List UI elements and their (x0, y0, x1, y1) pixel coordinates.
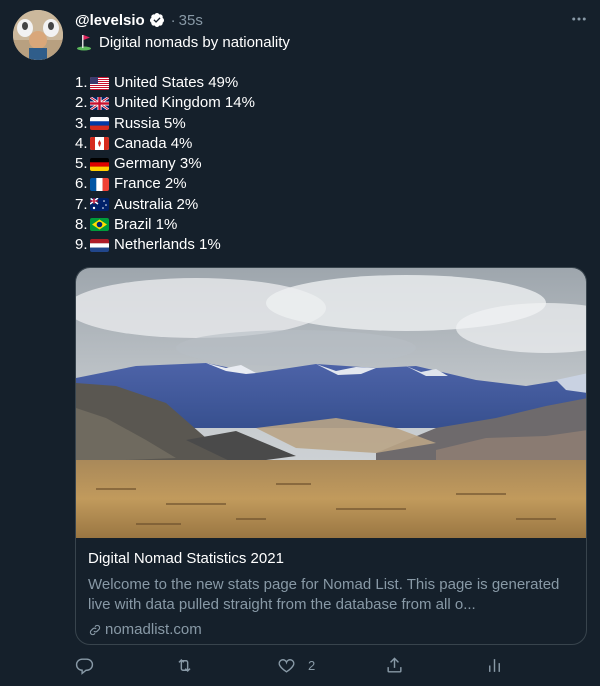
list-number: 4. (75, 134, 88, 152)
list-item-text: United Kingdom 14% (114, 94, 255, 112)
author-handle[interactable]: @levelsio (75, 12, 145, 29)
list-item: 5. Germany 3% (75, 154, 255, 174)
reply-icon (75, 658, 94, 675)
list-item: 8. Brazil 1% (75, 215, 255, 235)
share-button[interactable] (385, 656, 404, 675)
list-item-text: Brazil 1% (114, 215, 178, 233)
avatar-image (13, 10, 63, 60)
landscape-preview-image (76, 268, 586, 538)
nl-flag-icon (90, 238, 109, 252)
us-flag-icon (90, 76, 109, 90)
tweet-subtitle: Digital nomads by nationality (75, 33, 290, 51)
tweet-timestamp[interactable]: 35s (179, 12, 203, 29)
list-number: 5. (75, 155, 88, 172)
nationality-list: 1. United States 49% 2. United Kingdom 1… (75, 73, 255, 255)
list-item: 9. Netherlands 1% (75, 235, 255, 255)
link-icon (89, 624, 101, 635)
list-number: 8. (75, 215, 88, 233)
list-item-text: United States 49% (114, 74, 239, 91)
share-icon (387, 657, 402, 673)
fr-flag-icon (90, 177, 109, 191)
more-options-icon[interactable] (570, 10, 588, 28)
separator-dot: · (170, 11, 176, 29)
list-number: 6. (75, 175, 88, 193)
analytics-icon (489, 659, 500, 672)
avatar[interactable] (13, 10, 63, 60)
list-number: 3. (75, 114, 88, 132)
list-item: 6. France 2% (75, 174, 255, 194)
card-domain: nomadlist.com (88, 621, 574, 638)
like-button[interactable]: 2 (277, 656, 315, 675)
list-number: 2. (75, 94, 88, 112)
list-number: 1. (75, 74, 88, 91)
list-item: 2. United Kingdom 14% (75, 93, 255, 113)
list-item: 4. Canada 4% (75, 134, 255, 154)
reply-button[interactable] (75, 656, 94, 675)
link-preview-card[interactable]: Digital Nomad Statistics 2021 Welcome to… (75, 267, 587, 645)
retweet-icon (178, 658, 191, 673)
list-number: 7. (75, 195, 88, 213)
analytics-button[interactable] (485, 656, 504, 675)
uk-flag-icon (90, 96, 109, 110)
list-number: 9. (75, 236, 88, 253)
list-item-text: Germany 3% (114, 155, 202, 172)
card-domain-text: nomadlist.com (105, 621, 202, 638)
au-flag-icon (90, 198, 109, 212)
retweet-button[interactable] (175, 656, 194, 675)
list-item: 7. Australia 2% (75, 195, 255, 215)
list-item-text: Netherlands 1% (114, 236, 221, 253)
list-item: 1. United States 49% (75, 73, 255, 93)
golf-flag-icon (77, 35, 91, 51)
ca-flag-icon (90, 137, 109, 151)
subtitle-text: Digital nomads by nationality (99, 33, 290, 51)
list-item-text: Canada 4% (114, 134, 193, 152)
card-title: Digital Nomad Statistics 2021 (88, 550, 284, 567)
tweet-actions: 2 (75, 656, 505, 680)
list-item-text: France 2% (114, 175, 187, 193)
list-item-text: Russia 5% (114, 114, 186, 132)
ru-flag-icon (90, 117, 109, 131)
heart-icon (278, 659, 295, 673)
tweet-header: @levelsio · 35s (75, 10, 203, 30)
br-flag-icon (90, 218, 109, 232)
like-count: 2 (308, 658, 316, 673)
verified-badge-icon (149, 13, 164, 27)
card-description: Welcome to the new stats page for Nomad … (88, 576, 560, 613)
list-item-text: Australia 2% (114, 195, 199, 213)
card-text: Digital Nomad Statistics 2021 Welcome to… (88, 550, 574, 638)
list-item: 3. Russia 5% (75, 114, 255, 134)
de-flag-icon (90, 157, 109, 171)
